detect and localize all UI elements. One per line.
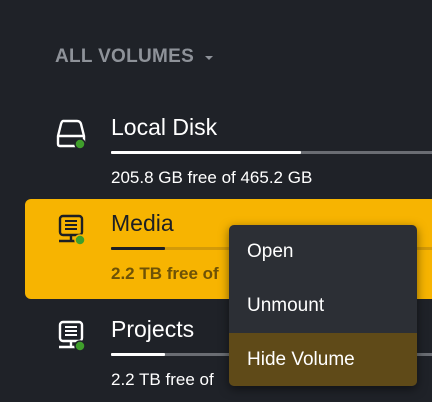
all-volumes-dropdown[interactable]: ALL VOLUMES [55,46,216,68]
menu-item-hide-volume[interactable]: Hide Volume [229,333,417,386]
menu-item-open[interactable]: Open [229,225,417,279]
context-menu: Open Unmount Hide Volume [229,225,417,386]
menu-item-unmount[interactable]: Unmount [229,279,417,333]
usage-bar-fill [111,353,166,356]
volume-name: Media [111,210,174,236]
volumes-panel: ALL VOLUMES Local Disk 205.8 GB free of … [0,0,432,402]
hard-drive-icon [56,119,86,150]
usage-bar [111,151,432,154]
usage-bar-fill [111,151,302,154]
chevron-down-icon [205,56,214,60]
volume-free-space: 2.2 TB free of [111,370,214,389]
volume-name: Projects [111,316,195,342]
volume-name: Local Disk [111,114,218,140]
network-drive-icon [58,320,86,352]
usage-bar-fill [111,247,166,250]
section-title: ALL VOLUMES [55,46,195,67]
volume-local-disk[interactable]: Local Disk 205.8 GB free of 465.2 GB [25,103,432,203]
volume-free-space: 205.8 GB free of 465.2 GB [111,168,313,187]
network-drive-icon [58,214,86,246]
volume-free-space: 2.2 TB free of [111,264,219,283]
